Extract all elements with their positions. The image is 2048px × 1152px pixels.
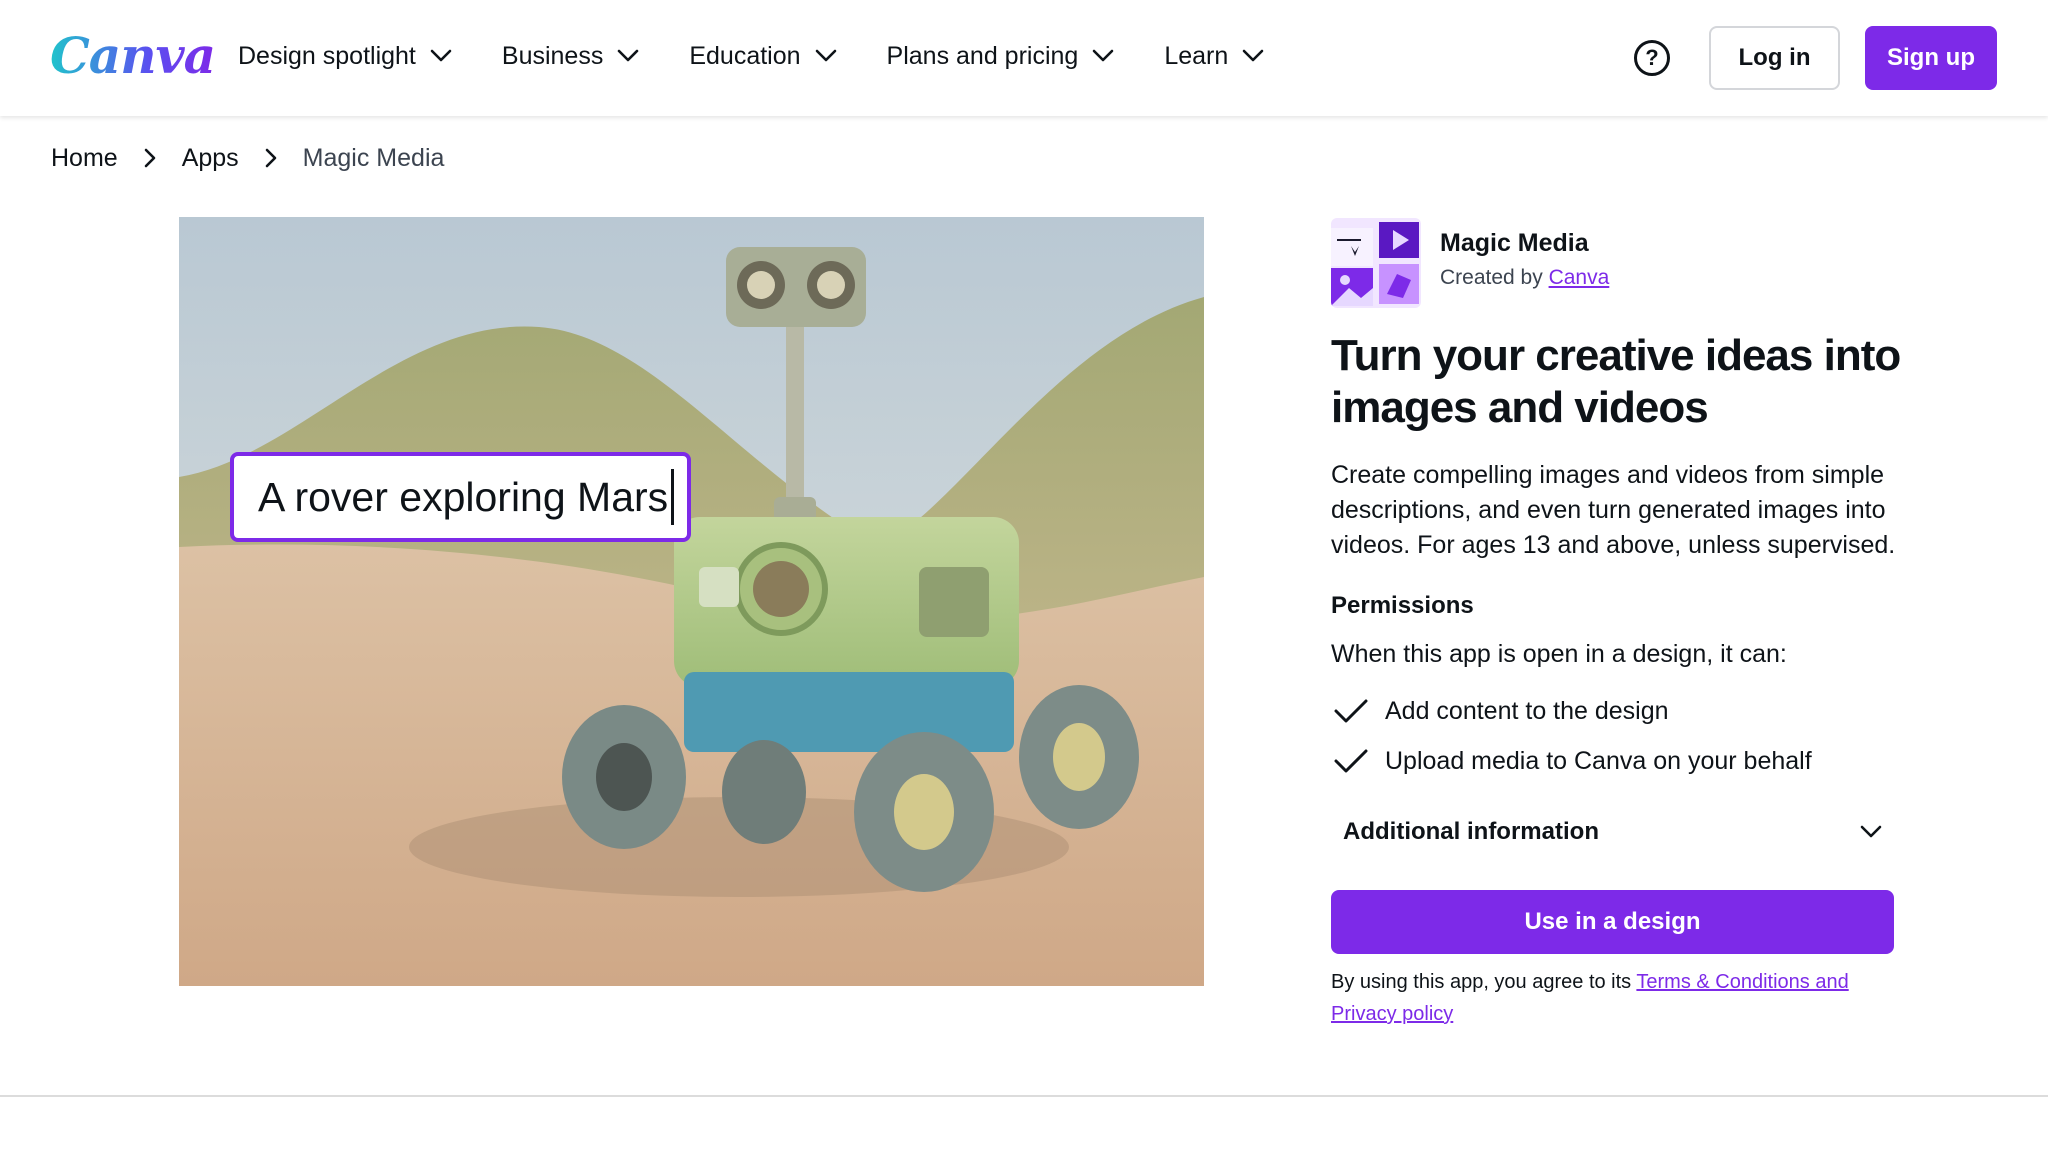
chevron-right-icon: [144, 148, 155, 168]
signup-button[interactable]: Sign up: [1865, 26, 1997, 90]
terms-notice: By using this app, you agree to its Term…: [1331, 966, 1901, 1030]
nav-label: Business: [501, 41, 604, 70]
nav-label: Education: [689, 41, 801, 70]
main-nav: Design spotlight Business Education Plan…: [238, 0, 1314, 112]
help-icon[interactable]: ?: [1634, 40, 1670, 76]
permissions-intro: When this app is open in a design, it ca…: [1331, 640, 1787, 668]
page-title: Turn your creative ideas into images and…: [1331, 331, 1901, 432]
permission-item: Upload media to Canva on your behalf: [1331, 736, 1812, 786]
permissions-list: Add content to the design Upload media t…: [1331, 686, 1812, 786]
chevron-down-icon: [815, 49, 836, 62]
prompt-input: A rover exploring Mars: [230, 452, 691, 542]
app-name: Magic Media: [1440, 229, 1589, 257]
use-in-design-button[interactable]: Use in a design: [1331, 890, 1894, 954]
breadcrumb-current: Magic Media: [302, 143, 445, 172]
check-icon: [1334, 699, 1368, 723]
login-button[interactable]: Log in: [1709, 26, 1840, 90]
chevron-down-icon: [618, 49, 639, 62]
prompt-text: A rover exploring Mars: [258, 473, 669, 520]
permission-label: Upload media to Canva on your behalf: [1385, 746, 1812, 775]
nav-plans-and-pricing[interactable]: Plans and pricing: [887, 42, 1115, 71]
additional-information-toggle[interactable]: Additional information: [1331, 806, 1894, 858]
nav-label: Learn: [1164, 41, 1229, 70]
created-by: Created by Canva: [1440, 266, 1609, 290]
additional-information-label: Additional information: [1343, 818, 1599, 845]
breadcrumb-apps[interactable]: Apps: [182, 144, 239, 173]
hero-image: A rover exploring Mars: [179, 217, 1204, 986]
nav-business[interactable]: Business: [502, 42, 639, 71]
chevron-down-icon: [1860, 825, 1882, 838]
chevron-down-icon: [1093, 49, 1114, 62]
chevron-down-icon: [430, 49, 452, 62]
breadcrumb: Home Apps Magic Media: [51, 140, 444, 176]
nav-label: Design spotlight: [238, 41, 416, 70]
nav-learn[interactable]: Learn: [1164, 42, 1264, 71]
creator-link[interactable]: Canva: [1549, 266, 1610, 289]
rover-illustration: [179, 217, 1204, 986]
permissions-heading: Permissions: [1331, 592, 1474, 619]
site-header: Canva Design spotlight Business Educatio…: [0, 0, 2048, 116]
chevron-down-icon: [1242, 49, 1264, 62]
check-icon: [1334, 749, 1368, 773]
permission-item: Add content to the design: [1331, 686, 1812, 736]
help-glyph: ?: [1645, 45, 1659, 70]
divider: [0, 1095, 2048, 1097]
nav-design-spotlight[interactable]: Design spotlight: [238, 42, 452, 71]
permission-label: Add content to the design: [1385, 696, 1669, 725]
text-cursor: [671, 469, 675, 525]
canva-logo[interactable]: Canva: [50, 26, 216, 86]
magic-media-app-icon: [1331, 218, 1421, 308]
terms-prefix: By using this app, you agree to its: [1331, 971, 1632, 993]
chevron-right-icon: [265, 148, 276, 168]
nav-label: Plans and pricing: [886, 41, 1079, 70]
breadcrumb-home[interactable]: Home: [51, 144, 118, 173]
nav-education[interactable]: Education: [689, 42, 836, 71]
app-description: Create compelling images and videos from…: [1331, 461, 1896, 559]
created-by-prefix: Created by: [1440, 266, 1543, 289]
